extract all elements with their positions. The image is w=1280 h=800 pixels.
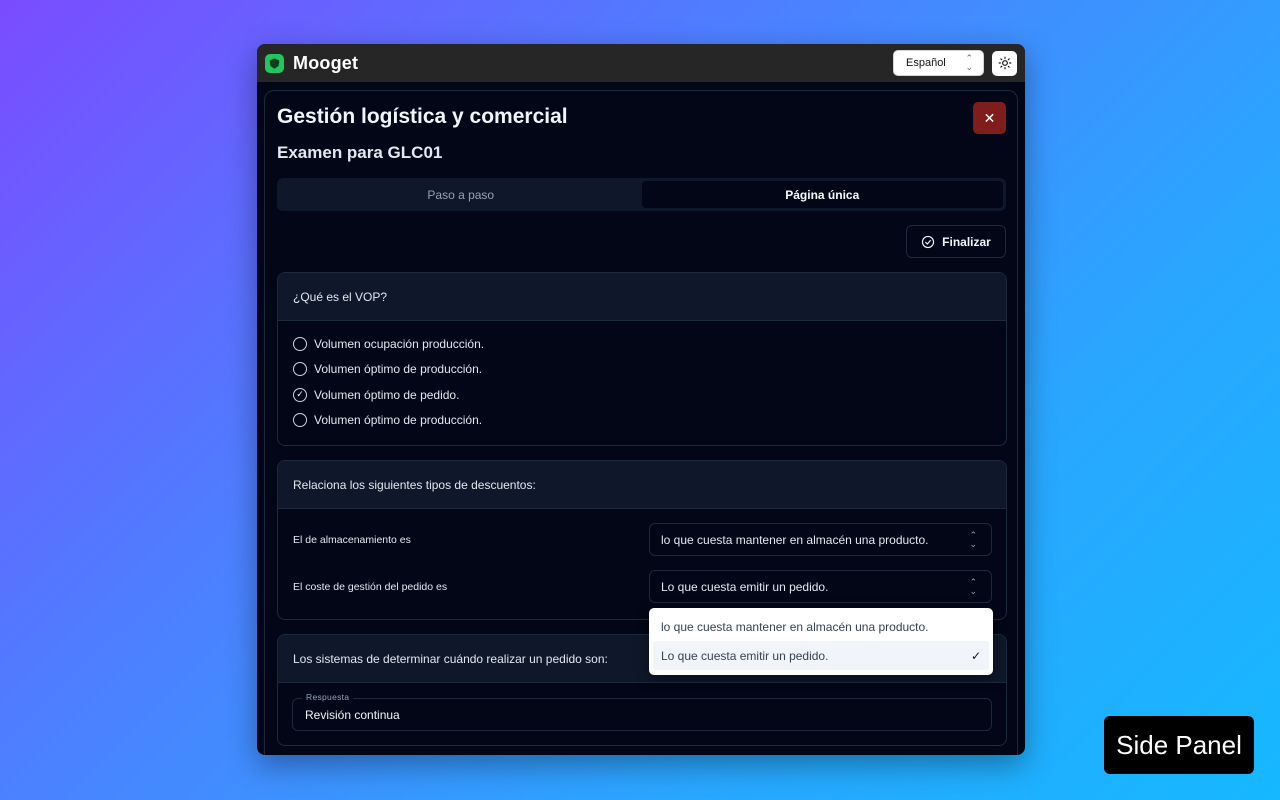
radio-option[interactable]: Volumen ocupación producción. [278,331,1006,357]
match-select-value: lo que cuesta mantener en almacén una pr… [661,532,929,547]
options-list: Volumen ocupación producción. Volumen óp… [278,321,1006,433]
dropdown-option[interactable]: Lo que cuesta emitir un pedido. ✓ [653,641,989,670]
exam-subtitle: Examen para GLC01 [277,143,443,162]
match-select[interactable]: Lo que cuesta emitir un pedido. ⌃ ⌄ [649,570,992,603]
tab-pagina-unica[interactable]: Página única [641,181,1003,208]
radio-icon [293,413,307,428]
option-label: Volumen óptimo de producción. [314,413,483,428]
answer-legend: Respuesta [302,692,354,702]
close-icon: ✕ [983,109,996,126]
option-label: Volumen óptimo de producción. [314,362,483,377]
app-title: Mooget [293,52,359,73]
top-bar: Mooget Español ⌃ ⌄ [257,44,1025,82]
close-button[interactable]: ✕ [973,102,1006,134]
chevron-updown-icon: ⌃ ⌄ [969,529,977,549]
chevron-updown-icon: ⌃ ⌄ [969,576,977,596]
side-panel-label: Side Panel [1104,716,1254,774]
check-icon: ✓ [970,648,981,663]
tab-paso-a-paso[interactable]: Paso a paso [280,181,642,208]
match-label: El coste de gestión del pedido es [293,580,448,593]
radio-option[interactable]: Volumen óptimo de producción. [278,357,1006,383]
option-label: Volumen óptimo de pedido. [314,387,460,402]
dropdown-option-label: Lo que cuesta emitir un pedido. [661,648,829,663]
answer-input[interactable]: Respuesta Revisión continua [292,692,992,731]
match-list: El de almacenamiento es lo que cuesta ma… [278,509,1006,610]
radio-checked-icon: ✓ [293,387,307,402]
dropdown-option-label: lo que cuesta mantener en almacén una pr… [661,619,929,634]
radio-icon [293,336,307,351]
theme-toggle-button[interactable] [992,50,1017,76]
question-prompt: ¿Qué es el VOP? [278,273,1006,321]
sun-icon [998,56,1011,70]
mode-tabs: Paso a paso Página única [277,178,1006,211]
exam-title: Gestión logística y comercial [277,105,568,128]
mooget-logo-icon [265,53,284,73]
question-card-2: Relaciona los siguientes tipos de descue… [277,460,1007,620]
answer-value: Revisión continua [305,707,400,722]
check-circle-icon [922,235,935,248]
chevron-updown-icon: ⌃ ⌄ [965,53,973,72]
match-row: El coste de gestión del pedido es Lo que… [278,563,1006,610]
match-label: El de almacenamiento es [293,533,411,546]
match-select-value: Lo que cuesta emitir un pedido. [661,579,829,594]
finish-button[interactable]: Finalizar [906,225,1006,258]
match-row: El de almacenamiento es lo que cuesta ma… [278,516,1006,563]
question-card-1: ¿Qué es el VOP? Volumen ocupación produc… [277,272,1007,446]
radio-icon [293,362,307,377]
radio-option[interactable]: Volumen óptimo de producción. [278,408,1006,434]
select-dropdown-menu: lo que cuesta mantener en almacén una pr… [649,608,993,675]
finish-button-label: Finalizar [942,234,991,249]
language-select[interactable]: Español ⌃ ⌄ [893,50,984,76]
dropdown-option[interactable]: lo que cuesta mantener en almacén una pr… [653,612,989,641]
language-select-value: Español [906,57,946,69]
radio-option[interactable]: ✓ Volumen óptimo de pedido. [278,382,1006,408]
match-select[interactable]: lo que cuesta mantener en almacén una pr… [649,523,992,556]
question-prompt: Relaciona los siguientes tipos de descue… [278,461,1006,509]
option-label: Volumen ocupación producción. [314,336,485,351]
